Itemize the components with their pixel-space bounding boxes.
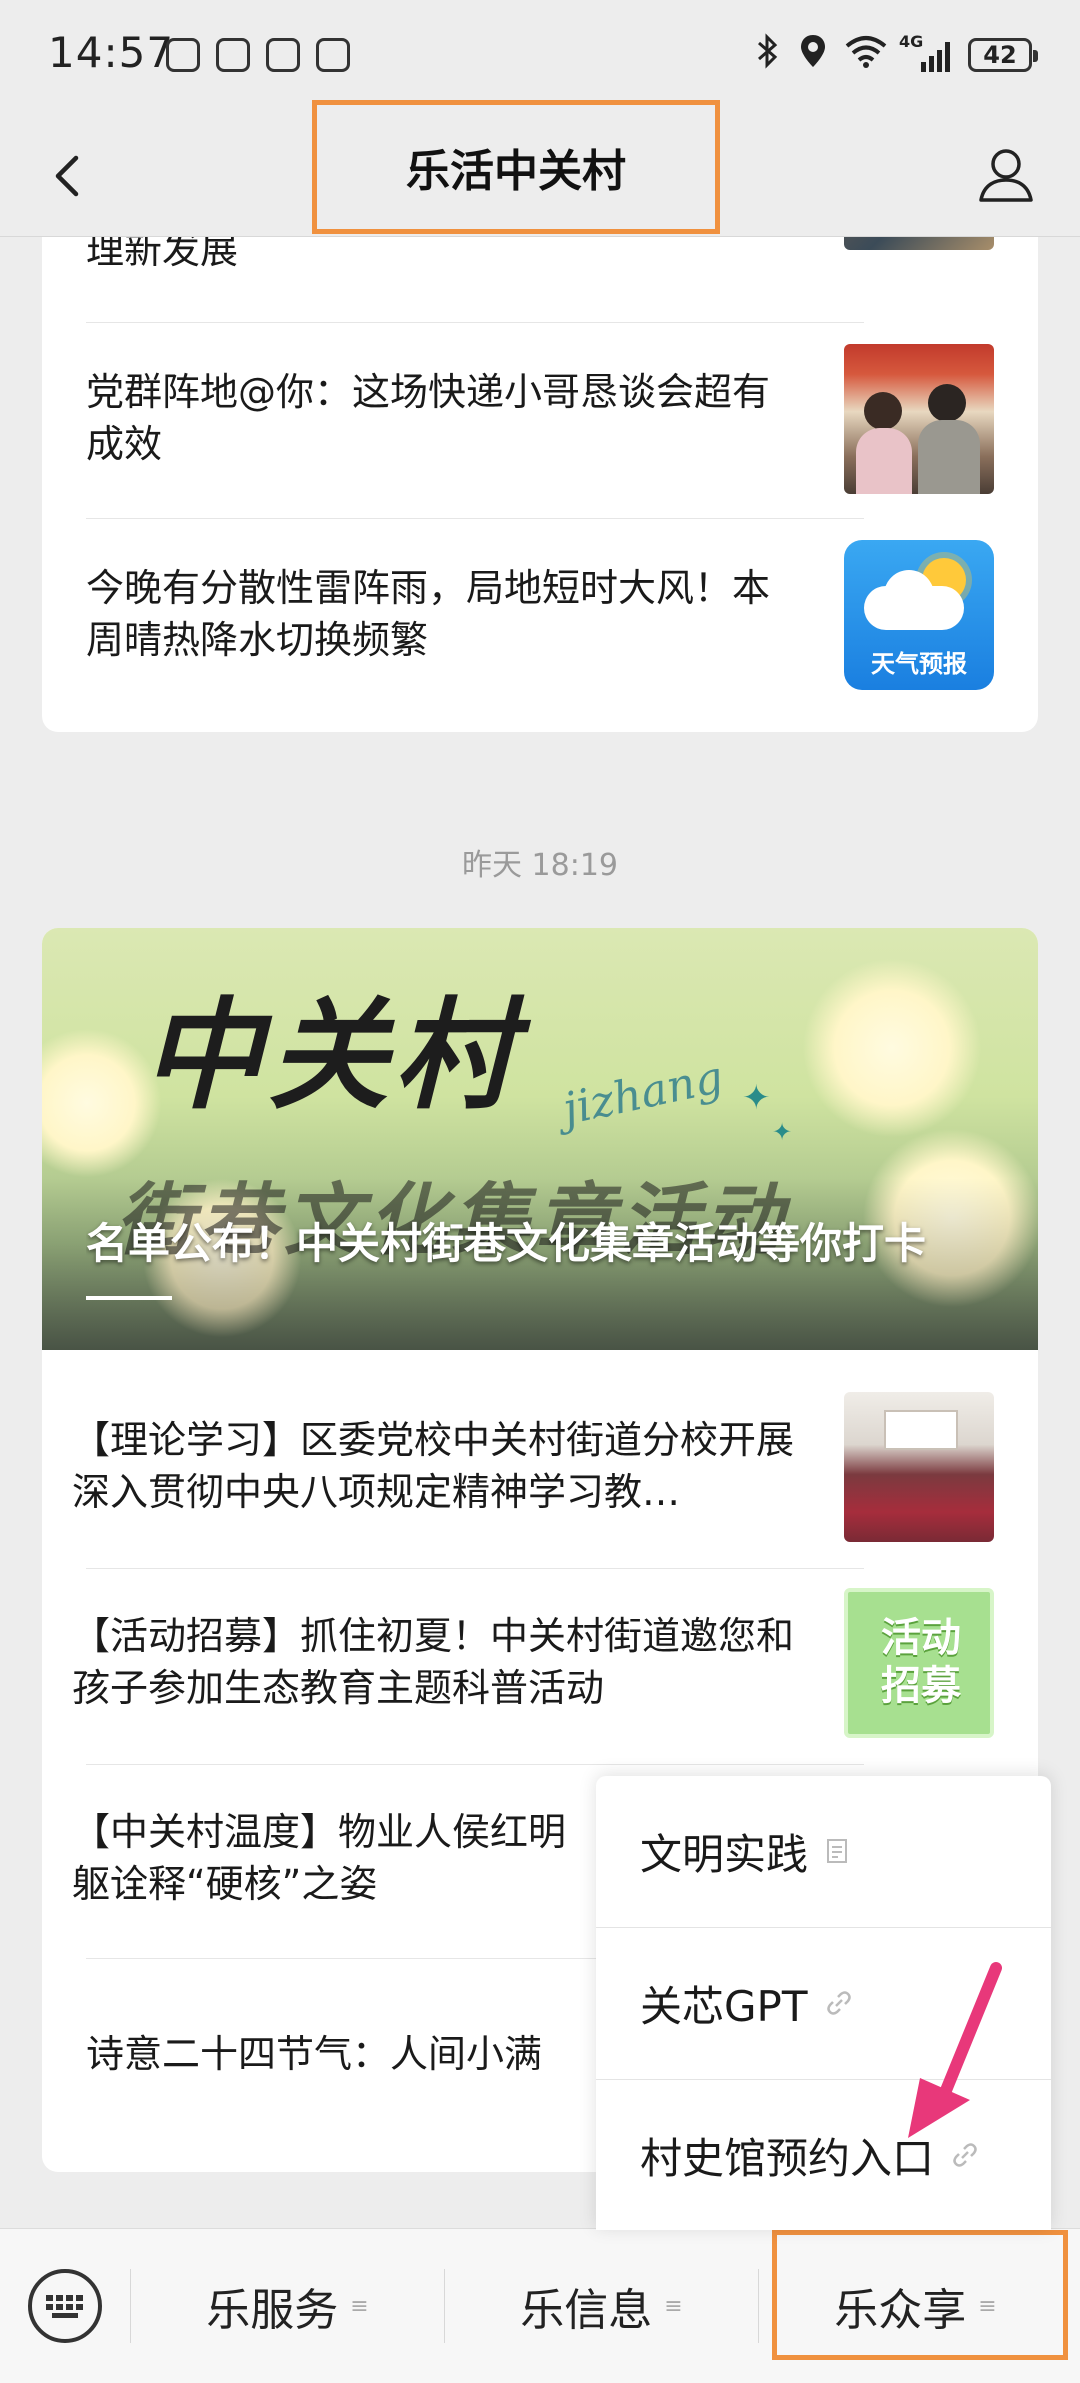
- divider: [86, 1568, 864, 1569]
- battery-icon: 42: [968, 38, 1038, 72]
- keyboard-icon[interactable]: [28, 2269, 102, 2343]
- submenu-item-wenming[interactable]: 文明实践: [596, 1776, 1051, 1926]
- divider: [86, 518, 864, 519]
- back-chevron-icon[interactable]: [44, 146, 94, 206]
- article-title[interactable]: 【理论学习】区委党校中关村街道分校开展深入贯彻中央八项规定精神学习教…: [72, 1414, 812, 1518]
- article-title[interactable]: 党群阵地@你：这场快递小哥恳谈会超有成效: [86, 366, 806, 470]
- article-card: 理新发展 党群阵地@你：这场快递小哥恳谈会超有成效 今晚有分散性雷阵雨，局地短时…: [42, 200, 1038, 732]
- hero-banner[interactable]: 中关村 jizhang ✦ ✦ 街巷文化集章活动 名单公布！中关村街巷文化集章活…: [42, 928, 1038, 1350]
- annotation-arrow-icon: [900, 1960, 1010, 2154]
- notification-app-icon: [266, 38, 300, 72]
- thumbnail-label: 活动招募: [881, 1615, 961, 1709]
- submenu-indicator-icon: ≡: [664, 2293, 683, 2319]
- flower-decoration: [802, 958, 982, 1138]
- link-icon: [826, 1990, 852, 2016]
- notification-app-icon: [216, 38, 250, 72]
- message-timestamp: 昨天 18:19: [462, 848, 618, 883]
- status-bar: 14:57 4G 42: [0, 0, 1080, 110]
- battery-level: 42: [983, 41, 1017, 69]
- hero-headline: 中关村: [142, 987, 520, 1126]
- document-icon: [826, 1838, 852, 1864]
- submenu-indicator-icon: ≡: [350, 2293, 369, 2319]
- hero-underline: [86, 1296, 172, 1300]
- weather-thumbnail[interactable]: 天气预报: [844, 540, 994, 690]
- article-thumbnail[interactable]: [844, 344, 994, 494]
- location-icon: [799, 33, 827, 77]
- divider: [86, 1764, 864, 1765]
- menu-tab-fuwu[interactable]: 乐服务 ≡: [131, 2229, 444, 2383]
- hero-title[interactable]: 名单公布！中关村街巷文化集章活动等你打卡: [86, 1210, 1006, 1271]
- thumbnail-label: 天气预报: [871, 650, 967, 678]
- submenu-item-label: 关芯GPT: [640, 1981, 808, 2031]
- network-type-label: 4G: [899, 32, 924, 51]
- article-title[interactable]: 【活动招募】抓住初夏！中关村街道邀您和孩子参加生态教育主题科普活动: [72, 1610, 812, 1714]
- status-time: 14:57: [48, 28, 175, 77]
- hero-script-text: jizhang: [558, 1051, 728, 1136]
- article-title[interactable]: 【中关村温度】物业人侯红明躯诠释“硬核”之姿: [72, 1806, 592, 1910]
- wifi-icon: [845, 34, 887, 76]
- menu-tab-xinxi[interactable]: 乐信息 ≡: [445, 2229, 758, 2383]
- divider: [86, 322, 864, 323]
- article-title[interactable]: 今晚有分散性雷阵雨，局地短时大风！本周晴热降水切换频繁: [86, 562, 806, 666]
- sparkle-icon: ✦: [772, 1118, 793, 1146]
- sparkle-icon: ✦: [742, 1078, 771, 1118]
- menu-tab-label: 乐信息: [520, 2285, 653, 2336]
- highlight-box: [772, 2230, 1068, 2360]
- bluetooth-icon: [755, 33, 781, 77]
- notification-app-icon: [316, 38, 350, 72]
- profile-icon[interactable]: [976, 144, 1036, 204]
- cellular-signal-icon: 4G: [899, 32, 950, 72]
- page-title: 乐活中关村: [312, 100, 720, 234]
- submenu-item-label: 村史馆预约入口: [640, 2133, 935, 2183]
- article-thumbnail[interactable]: 活动招募: [844, 1588, 994, 1738]
- notification-app-icon: [166, 38, 200, 72]
- article-thumbnail[interactable]: [844, 1392, 994, 1542]
- menu-tab-label: 乐服务: [206, 2285, 339, 2336]
- submenu-item-label: 文明实践: [640, 1829, 809, 1879]
